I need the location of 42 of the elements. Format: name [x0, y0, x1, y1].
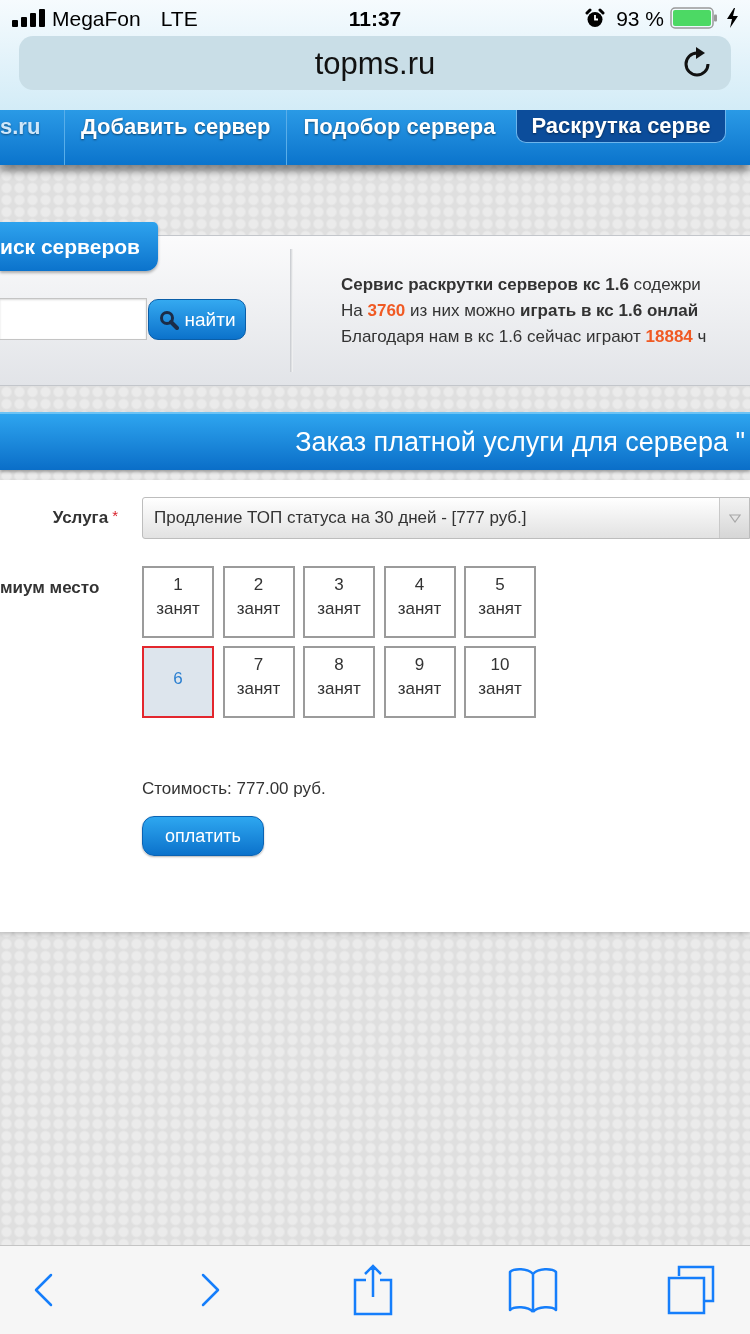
field-label: миум место [0, 578, 100, 597]
field-label: Услуга [52, 508, 109, 528]
search-button[interactable]: найти [148, 299, 246, 340]
info-line: Сервис раскрутки серверов кс 1.6 содежри [341, 274, 702, 296]
network-type: LTE [160, 7, 198, 29]
place-slot[interactable]: 2 занят [222, 566, 295, 638]
info-line: Благодаря нам в кс 1.6 сейчас играют 18884 ч [341, 326, 707, 348]
required-mark: * [112, 508, 118, 524]
place-slot[interactable]: 8 занят [303, 646, 375, 718]
section-ribbon: иск серверов [0, 222, 158, 271]
dropdown-caret-icon [728, 513, 741, 523]
battery-icon [670, 7, 718, 29]
carrier-name: MegaFon [52, 7, 141, 29]
share-icon[interactable] [353, 1264, 393, 1316]
place-slot[interactable]: 3 занят [303, 566, 375, 638]
nav-tab[interactable]: Раскрутка серве [516, 110, 726, 143]
place-slot[interactable]: 9 занят [383, 646, 456, 718]
clock-time: 11:37 [348, 7, 402, 29]
cost-text: Стоимость: 777.00 руб. [142, 779, 326, 799]
pay-button[interactable]: оплатить [142, 816, 264, 856]
place-slot[interactable]: 7 занят [222, 646, 295, 718]
search-icon [158, 309, 179, 330]
alarm-clock-icon [585, 8, 606, 28]
place-slot[interactable]: 1 занят [142, 566, 214, 638]
info-line: На 3760 из них можно играть в кс 1.6 онлай [341, 300, 700, 322]
charging-bolt-icon [727, 8, 738, 28]
battery-percent: 93 % [616, 7, 664, 29]
signal-icon [12, 9, 46, 27]
forward-icon[interactable] [201, 1273, 221, 1307]
search-field[interactable] [0, 298, 147, 340]
place-slot[interactable]: 5 занят [464, 566, 536, 638]
nav-tab[interactable]: Подобор сервера [287, 110, 512, 143]
back-icon[interactable] [33, 1273, 53, 1307]
section-title: Заказ платной услуги для сервера " [295, 428, 745, 456]
place-slot[interactable]: 4 занят [383, 566, 456, 638]
address-bar[interactable]: topms.ru [19, 36, 731, 90]
nav-tab[interactable]: Добавить сервер [65, 110, 287, 143]
url-text: topms.ru [314, 47, 436, 79]
tabs-icon[interactable] [667, 1265, 715, 1315]
book-icon[interactable] [508, 1266, 558, 1314]
place-slot[interactable]: 10 занят [464, 646, 536, 718]
service-select[interactable]: Продление ТОП статуса на 30 дней - [777 руб.] [142, 497, 750, 539]
